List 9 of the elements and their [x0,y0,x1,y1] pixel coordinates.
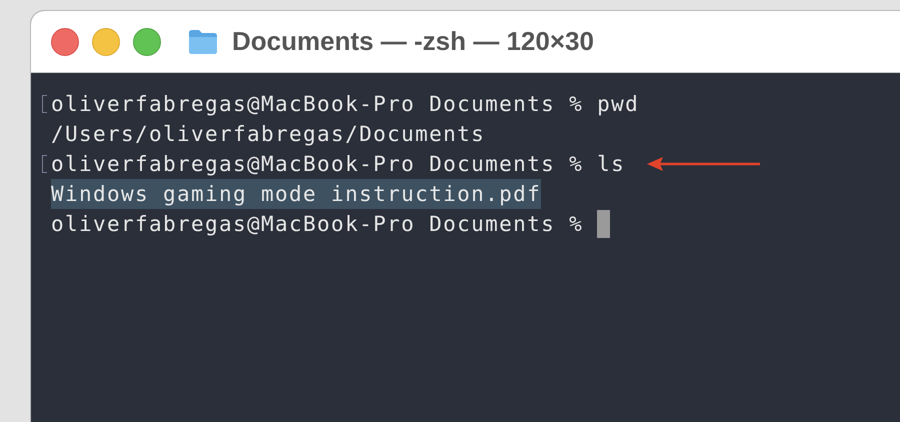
window-title: Documents — -zsh — 120×30 [232,26,594,57]
terminal-line: /Users/oliverfabregas/Documents [51,121,486,148]
zoom-button[interactable] [133,28,161,56]
terminal-line: oliverfabregas@MacBook-Pro Documents % pwd [51,91,640,118]
terminal-line: oliverfabregas@MacBook-Pro Documents % ls [51,151,626,178]
minimize-button[interactable] [92,28,120,56]
terminal-line: oliverfabregas@MacBook-Pro Documents % [51,211,584,238]
close-button[interactable] [51,28,79,56]
folder-icon [188,28,218,54]
